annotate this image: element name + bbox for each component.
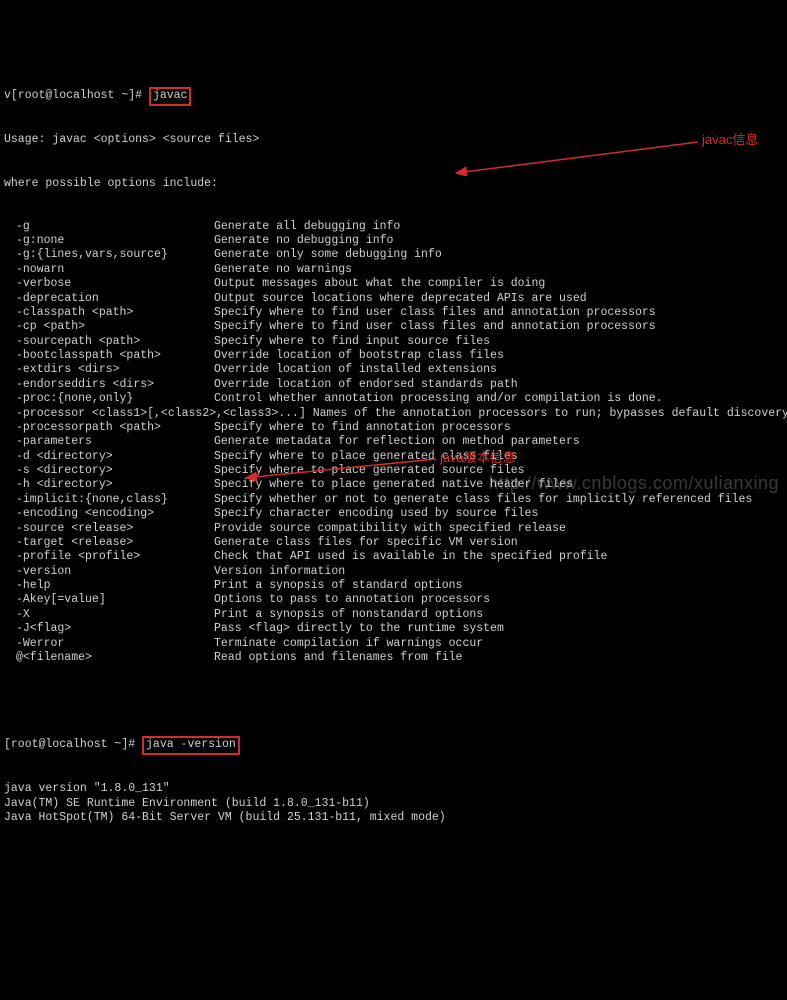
- option-row: @<filename>Read options and filenames fr…: [4, 651, 783, 665]
- command-java-version-highlight: java -version: [142, 736, 240, 754]
- option-desc: Options to pass to annotation processors: [214, 593, 783, 607]
- version-output: java version "1.8.0_131"Java(TM) SE Runt…: [4, 782, 783, 825]
- option-desc: Specify where to find user class files a…: [214, 320, 783, 334]
- option-row: -parametersGenerate metadata for reflect…: [4, 435, 783, 449]
- option-desc: Specify where to find user class files a…: [214, 306, 783, 320]
- option-flag: -processor <class1>[,<class2>,<class3>..…: [4, 407, 783, 421]
- option-flag: -cp <path>: [4, 320, 214, 334]
- option-row: -source <release>Provide source compatib…: [4, 522, 783, 536]
- option-row: -proc:{none,only}Control whether annotat…: [4, 392, 783, 406]
- option-flag: -g:none: [4, 234, 214, 248]
- option-row: -versionVersion information: [4, 565, 783, 579]
- option-flag: -source <release>: [4, 522, 214, 536]
- option-row: -profile <profile>Check that API used is…: [4, 550, 783, 564]
- arrow-javac-info: [460, 140, 700, 180]
- version-line: Java(TM) SE Runtime Environment (build 1…: [4, 797, 783, 811]
- option-flag: -help: [4, 579, 214, 593]
- option-row: -endorseddirs <dirs>Override location of…: [4, 378, 783, 392]
- option-row: -encoding <encoding>Specify character en…: [4, 507, 783, 521]
- option-flag: -classpath <path>: [4, 306, 214, 320]
- option-row: -sourcepath <path>Specify where to find …: [4, 335, 783, 349]
- option-desc: Generate all debugging info: [214, 220, 783, 234]
- option-desc: Override location of endorsed standards …: [214, 378, 783, 392]
- blank-line: [4, 694, 783, 708]
- option-flag: -target <release>: [4, 536, 214, 550]
- option-row: -cp <path>Specify where to find user cla…: [4, 320, 783, 334]
- option-flag: -profile <profile>: [4, 550, 214, 564]
- option-row: -XPrint a synopsis of nonstandard option…: [4, 608, 783, 622]
- option-desc: Terminate compilation if warnings occur: [214, 637, 783, 651]
- option-row: -g:{lines,vars,source}Generate only some…: [4, 248, 783, 262]
- option-row: -classpath <path>Specify where to find u…: [4, 306, 783, 320]
- option-desc: Control whether annotation processing an…: [214, 392, 783, 406]
- option-desc: Provide source compatibility with specif…: [214, 522, 783, 536]
- option-flag: -verbose: [4, 277, 214, 291]
- option-row: -extdirs <dirs>Override location of inst…: [4, 363, 783, 377]
- option-flag: -processorpath <path>: [4, 421, 214, 435]
- option-desc: Generate metadata for reflection on meth…: [214, 435, 783, 449]
- option-row: -bootclasspath <path>Override location o…: [4, 349, 783, 363]
- option-desc: Generate no debugging info: [214, 234, 783, 248]
- arrow-java-version-info: [250, 455, 440, 485]
- watermark: http://www.cnblogs.com/xulianxing: [488, 472, 779, 495]
- option-desc: Pass <flag> directly to the runtime syst…: [214, 622, 783, 636]
- option-flag: -s <directory>: [4, 464, 214, 478]
- option-desc: Check that API used is available in the …: [214, 550, 783, 564]
- annotation-javac-info: javac信息: [702, 132, 758, 148]
- option-flag: -version: [4, 565, 214, 579]
- option-desc: Version information: [214, 565, 783, 579]
- option-flag: -extdirs <dirs>: [4, 363, 214, 377]
- version-line: Java HotSpot(TM) 64-Bit Server VM (build…: [4, 811, 783, 825]
- option-row: -g:noneGenerate no debugging info: [4, 234, 783, 248]
- option-row: -Akey[=value]Options to pass to annotati…: [4, 593, 783, 607]
- command-javac-highlight: javac: [149, 87, 192, 105]
- option-row: -target <release>Generate class files fo…: [4, 536, 783, 550]
- option-row: -processorpath <path>Specify where to fi…: [4, 421, 783, 435]
- prompt-line-1[interactable]: v[root@localhost ~]# javac: [4, 88, 783, 104]
- option-flag: -h <directory>: [4, 478, 214, 492]
- option-desc: Specify where to find input source files: [214, 335, 783, 349]
- prompt-prefix: [root@localhost ~]#: [4, 738, 142, 751]
- option-flag: -deprecation: [4, 292, 214, 306]
- option-desc: Specify where to find annotation process…: [214, 421, 783, 435]
- option-row: -deprecationOutput source locations wher…: [4, 292, 783, 306]
- option-row: -helpPrint a synopsis of standard option…: [4, 579, 783, 593]
- prompt-line-2[interactable]: [root@localhost ~]# java -version: [4, 737, 783, 753]
- version-line: java version "1.8.0_131": [4, 782, 783, 796]
- option-flag: -sourcepath <path>: [4, 335, 214, 349]
- option-flag: -Werror: [4, 637, 214, 651]
- option-flag: @<filename>: [4, 651, 214, 665]
- option-row: -J<flag>Pass <flag> directly to the runt…: [4, 622, 783, 636]
- option-flag: -g:{lines,vars,source}: [4, 248, 214, 262]
- option-desc: Read options and filenames from file: [214, 651, 783, 665]
- option-row: -verboseOutput messages about what the c…: [4, 277, 783, 291]
- option-desc: Generate no warnings: [214, 263, 783, 277]
- option-flag: -nowarn: [4, 263, 214, 277]
- option-row: -gGenerate all debugging info: [4, 220, 783, 234]
- option-desc: Print a synopsis of nonstandard options: [214, 608, 783, 622]
- option-flag: -parameters: [4, 435, 214, 449]
- option-row: -nowarnGenerate no warnings: [4, 263, 783, 277]
- options-list: -gGenerate all debugging info-g:noneGene…: [4, 220, 783, 666]
- option-desc: Specify character encoding used by sourc…: [214, 507, 783, 521]
- option-desc: Override location of installed extension…: [214, 363, 783, 377]
- option-desc: Print a synopsis of standard options: [214, 579, 783, 593]
- option-desc: Override location of bootstrap class fil…: [214, 349, 783, 363]
- option-flag: -J<flag>: [4, 622, 214, 636]
- option-flag: -encoding <encoding>: [4, 507, 214, 521]
- option-flag: -endorseddirs <dirs>: [4, 378, 214, 392]
- option-flag: -d <directory>: [4, 450, 214, 464]
- prompt-prefix: v[root@localhost ~]#: [4, 89, 149, 102]
- option-row: -WerrorTerminate compilation if warnings…: [4, 637, 783, 651]
- option-flag: -Akey[=value]: [4, 593, 214, 607]
- option-desc: Generate only some debugging info: [214, 248, 783, 262]
- option-desc: Output source locations where deprecated…: [214, 292, 783, 306]
- option-flag: -bootclasspath <path>: [4, 349, 214, 363]
- option-flag: -g: [4, 220, 214, 234]
- annotation-java-version-info: java版本信息: [440, 450, 516, 466]
- option-flag: -X: [4, 608, 214, 622]
- option-desc: Output messages about what the compiler …: [214, 277, 783, 291]
- option-flag: -proc:{none,only}: [4, 392, 214, 406]
- option-desc: Generate class files for specific VM ver…: [214, 536, 783, 550]
